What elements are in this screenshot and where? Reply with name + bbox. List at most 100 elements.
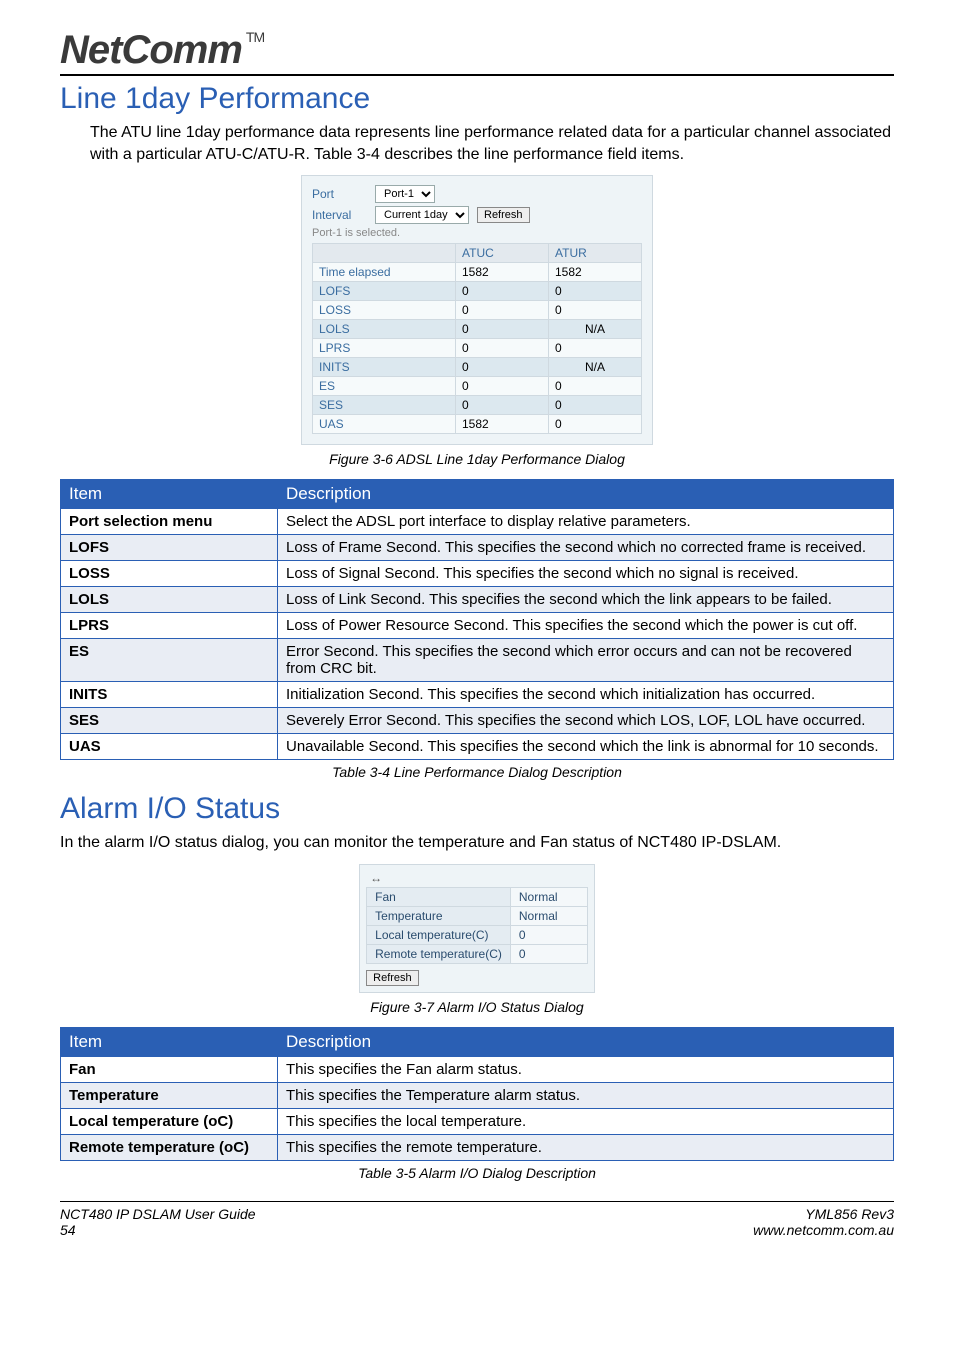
perf-row: LOSS00 bbox=[313, 301, 642, 320]
alarm-row-name: Remote temperature(C) bbox=[367, 944, 511, 963]
table1-item: SES bbox=[61, 708, 278, 734]
table-row: ESError Second. This specifies the secon… bbox=[61, 639, 894, 682]
alarm-row: FanNormal bbox=[367, 887, 588, 906]
table2-item: Fan bbox=[61, 1056, 278, 1082]
table1-desc: Error Second. This specifies the second … bbox=[278, 639, 894, 682]
perf-row-atuc: 0 bbox=[456, 339, 549, 358]
table1-item: UAS bbox=[61, 734, 278, 760]
perf-row-atuc: 0 bbox=[456, 301, 549, 320]
perf-grid: ATUC ATUR Time elapsed15821582LOFS00LOSS… bbox=[312, 243, 642, 434]
table1-desc: Loss of Link Second. This specifies the … bbox=[278, 587, 894, 613]
table-row: Local temperature (oC)This specifies the… bbox=[61, 1108, 894, 1134]
alarm-row: Local temperature(C)0 bbox=[367, 925, 588, 944]
brand-logo: NetCommTM bbox=[60, 30, 264, 70]
section-title-line-1day: Line 1day Performance bbox=[60, 82, 894, 116]
brand-header: NetCommTM bbox=[60, 30, 894, 76]
perf-row: SES00 bbox=[313, 396, 642, 415]
perf-row-name: INITS bbox=[313, 358, 456, 377]
table-row: LOSSLoss of Signal Second. This specifie… bbox=[61, 561, 894, 587]
caption-figure-3-6: Figure 3-6 ADSL Line 1day Performance Di… bbox=[60, 451, 894, 467]
alarm-row-value: 0 bbox=[510, 925, 587, 944]
perf-row-atur: N/A bbox=[549, 320, 642, 339]
table-3-5: Item Description FanThis specifies the F… bbox=[60, 1027, 894, 1161]
table-row: LOLSLoss of Link Second. This specifies … bbox=[61, 587, 894, 613]
alarm-row-name: Temperature bbox=[367, 906, 511, 925]
table2-desc: This specifies the remote temperature. bbox=[278, 1134, 894, 1160]
perf-row-name: LOFS bbox=[313, 282, 456, 301]
table1-header-desc: Description bbox=[278, 480, 894, 509]
perf-row-atuc: 0 bbox=[456, 358, 549, 377]
perf-refresh-button[interactable]: Refresh bbox=[477, 207, 530, 223]
table2-desc: This specifies the Temperature alarm sta… bbox=[278, 1082, 894, 1108]
perf-row-name: SES bbox=[313, 396, 456, 415]
table-row: FanThis specifies the Fan alarm status. bbox=[61, 1056, 894, 1082]
perf-row: UAS15820 bbox=[313, 415, 642, 434]
perf-row: Time elapsed15821582 bbox=[313, 263, 642, 282]
alarm-row-name: Local temperature(C) bbox=[367, 925, 511, 944]
perf-interval-label: Interval bbox=[312, 208, 367, 222]
alarm-row-value: Normal bbox=[510, 906, 587, 925]
table-row: TemperatureThis specifies the Temperatur… bbox=[61, 1082, 894, 1108]
perf-row-atur: 0 bbox=[549, 301, 642, 320]
section2-body: In the alarm I/O status dialog, you can … bbox=[60, 832, 894, 854]
table2-header-item: Item bbox=[61, 1027, 278, 1056]
table1-desc: Loss of Power Resource Second. This spec… bbox=[278, 613, 894, 639]
alarm-row: Remote temperature(C)0 bbox=[367, 944, 588, 963]
table-row: LPRSLoss of Power Resource Second. This … bbox=[61, 613, 894, 639]
page-footer: NCT480 IP DSLAM User Guide 54 YML856 Rev… bbox=[60, 1201, 894, 1238]
alarm-row: TemperatureNormal bbox=[367, 906, 588, 925]
perf-row: LOLS0N/A bbox=[313, 320, 642, 339]
perf-col-atuc: ATUC bbox=[456, 244, 549, 263]
perf-row-name: UAS bbox=[313, 415, 456, 434]
section1-body: The ATU line 1day performance data repre… bbox=[90, 122, 894, 165]
table1-item: LPRS bbox=[61, 613, 278, 639]
table2-item: Remote temperature (oC) bbox=[61, 1134, 278, 1160]
table-3-4: Item Description Port selection menuSele… bbox=[60, 479, 894, 760]
figure-alarm-dialog: ↔ FanNormalTemperatureNormalLocal temper… bbox=[60, 864, 894, 993]
perf-port-select[interactable]: Port-1 bbox=[375, 185, 435, 203]
perf-row-atuc: 0 bbox=[456, 320, 549, 339]
table1-desc: Select the ADSL port interface to displa… bbox=[278, 509, 894, 535]
perf-row: LPRS00 bbox=[313, 339, 642, 358]
alarm-row-name: Fan bbox=[367, 887, 511, 906]
table1-desc: Unavailable Second. This specifies the s… bbox=[278, 734, 894, 760]
perf-row-atur: 0 bbox=[549, 415, 642, 434]
footer-page-number: 54 bbox=[60, 1222, 256, 1238]
caption-table-3-4: Table 3-4 Line Performance Dialog Descri… bbox=[60, 764, 894, 780]
perf-selected-note: Port-1 is selected. bbox=[312, 227, 642, 239]
table-row: Remote temperature (oC)This specifies th… bbox=[61, 1134, 894, 1160]
alarm-resize-icon: ↔ bbox=[366, 871, 588, 885]
table-row: INITSInitialization Second. This specifi… bbox=[61, 682, 894, 708]
table1-desc: Initialization Second. This specifies th… bbox=[278, 682, 894, 708]
perf-row-atuc: 0 bbox=[456, 377, 549, 396]
perf-row-name: LOLS bbox=[313, 320, 456, 339]
perf-dialog: Port Port-1 Interval Current 1day Refres… bbox=[301, 175, 653, 445]
alarm-row-value: 0 bbox=[510, 944, 587, 963]
perf-row-atur: 1582 bbox=[549, 263, 642, 282]
caption-figure-3-7: Figure 3-7 Alarm I/O Status Dialog bbox=[60, 999, 894, 1015]
table2-item: Local temperature (oC) bbox=[61, 1108, 278, 1134]
table2-desc: This specifies the local temperature. bbox=[278, 1108, 894, 1134]
perf-col-atur: ATUR bbox=[549, 244, 642, 263]
trademark: TM bbox=[246, 29, 264, 45]
perf-row-name: LOSS bbox=[313, 301, 456, 320]
perf-row-atuc: 0 bbox=[456, 282, 549, 301]
alarm-refresh-button[interactable]: Refresh bbox=[366, 970, 419, 986]
table1-desc: Severely Error Second. This specifies th… bbox=[278, 708, 894, 734]
perf-interval-select[interactable]: Current 1day bbox=[375, 206, 469, 224]
table1-desc: Loss of Frame Second. This specifies the… bbox=[278, 535, 894, 561]
table1-desc: Loss of Signal Second. This specifies th… bbox=[278, 561, 894, 587]
caption-table-3-5: Table 3-5 Alarm I/O Dialog Description bbox=[60, 1165, 894, 1181]
brand-text: NetComm bbox=[60, 28, 242, 72]
perf-row: INITS0N/A bbox=[313, 358, 642, 377]
table1-header-item: Item bbox=[61, 480, 278, 509]
perf-row-atur: 0 bbox=[549, 396, 642, 415]
table2-item: Temperature bbox=[61, 1082, 278, 1108]
table-row: LOFSLoss of Frame Second. This specifies… bbox=[61, 535, 894, 561]
figure-perf-dialog: Port Port-1 Interval Current 1day Refres… bbox=[60, 175, 894, 445]
perf-row-name: LPRS bbox=[313, 339, 456, 358]
perf-row-name: Time elapsed bbox=[313, 263, 456, 282]
table1-item: INITS bbox=[61, 682, 278, 708]
table1-item: ES bbox=[61, 639, 278, 682]
perf-port-label: Port bbox=[312, 187, 367, 201]
